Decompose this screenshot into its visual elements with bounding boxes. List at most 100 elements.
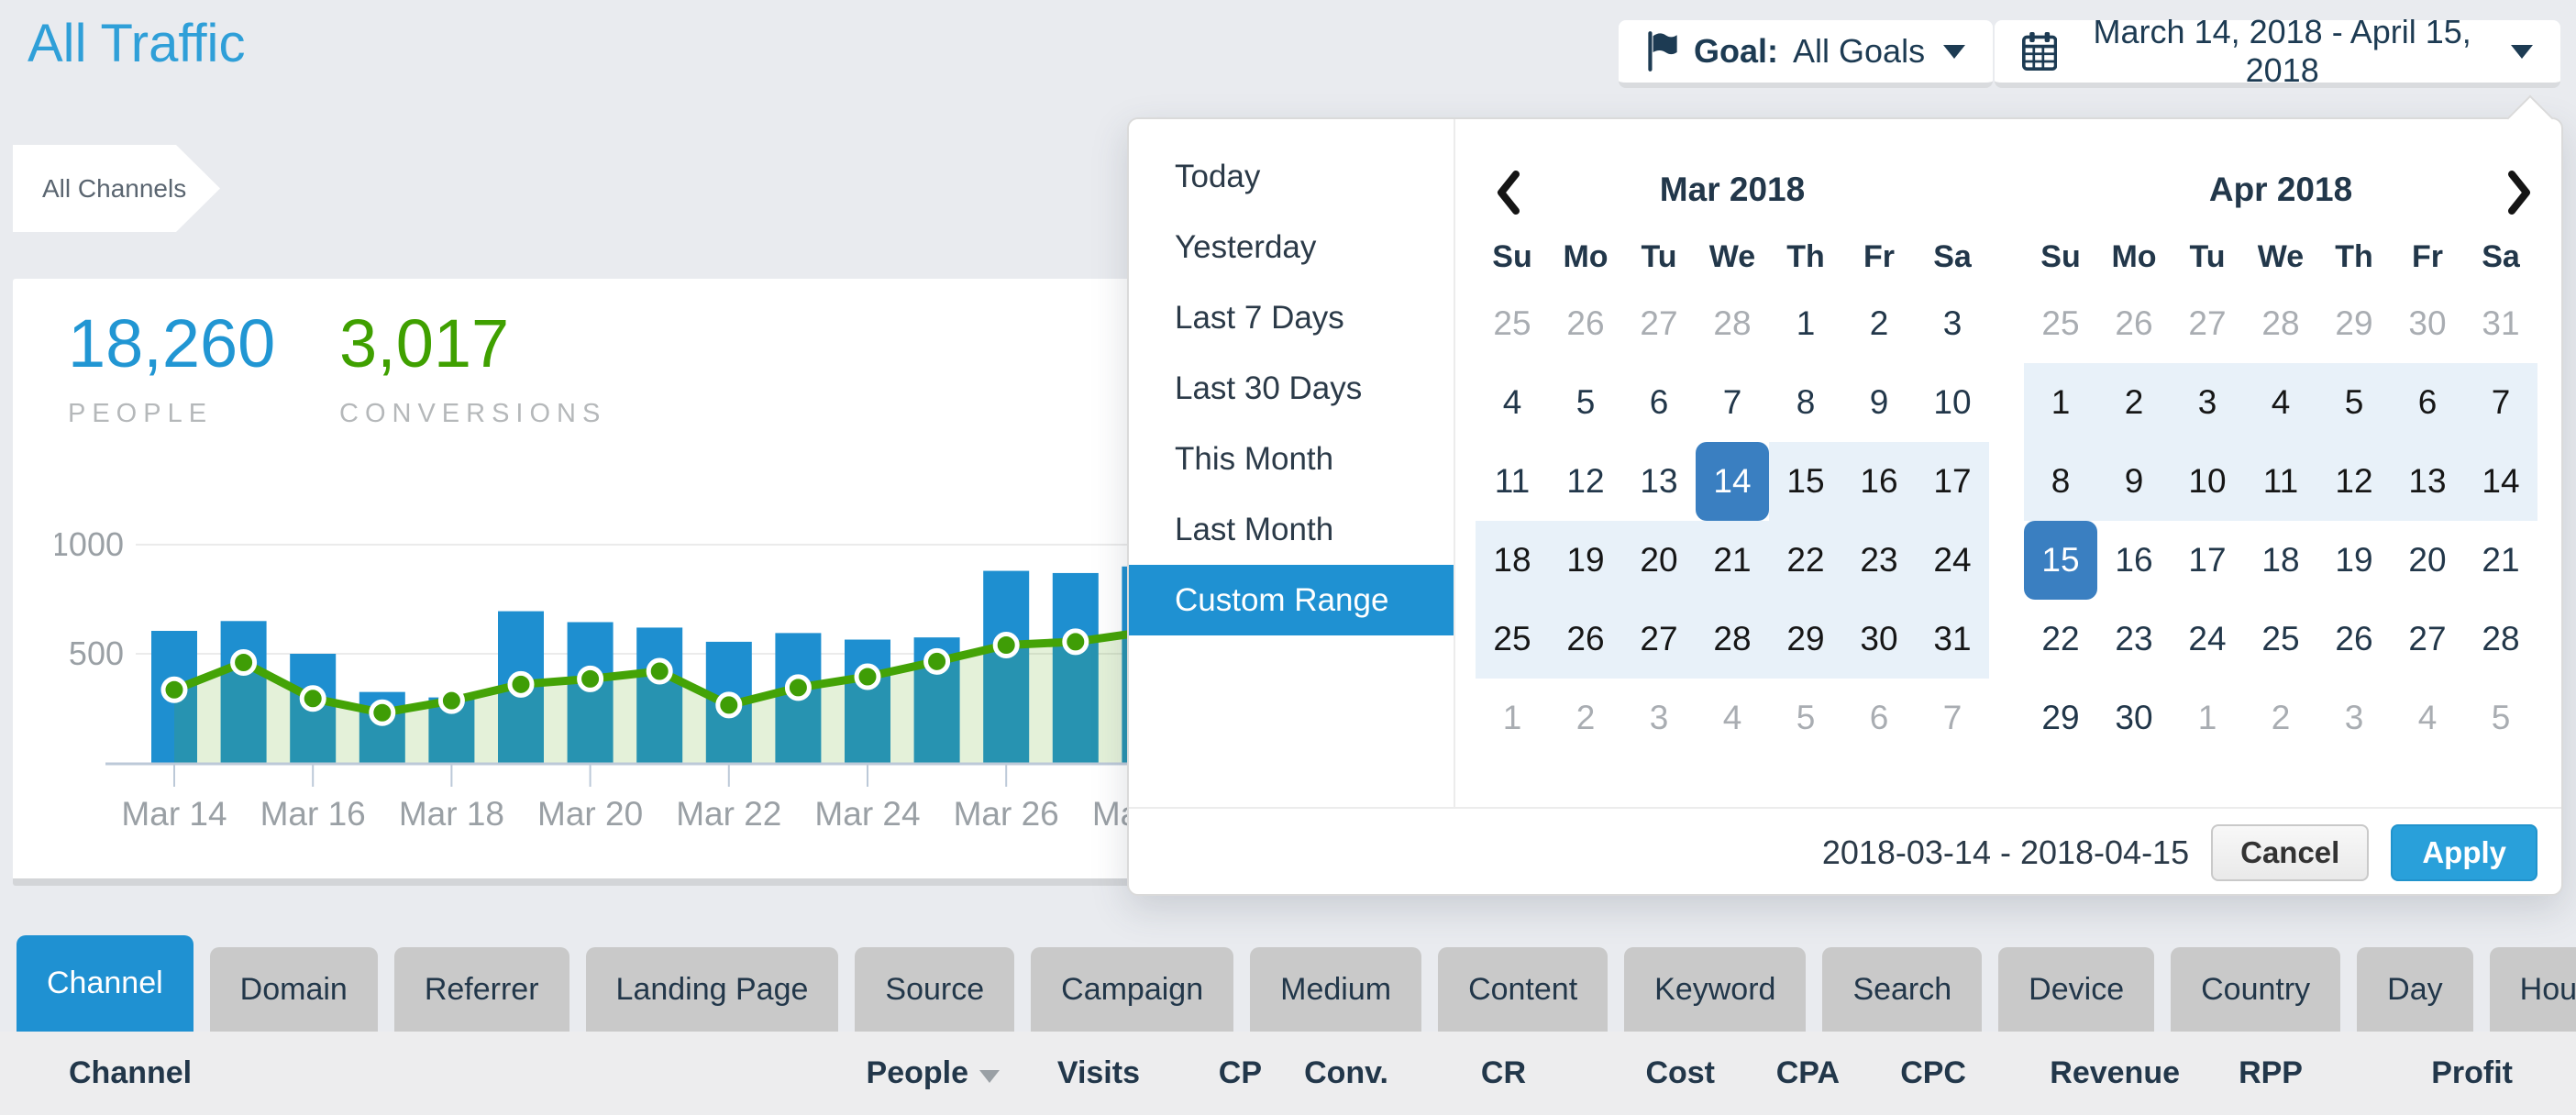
day-cell-28[interactable]: 28 [2244,284,2317,363]
day-cell-3[interactable]: 3 [2171,363,2244,442]
day-cell-15[interactable]: 15 [1769,442,1842,521]
day-cell-12[interactable]: 12 [1549,442,1622,521]
day-cell-26[interactable]: 26 [1549,284,1622,363]
day-cell-10[interactable]: 10 [1916,363,1989,442]
day-cell-27[interactable]: 27 [1622,284,1696,363]
conversions-point-mar-15[interactable] [233,652,255,674]
day-cell-14-selected[interactable]: 14 [1696,442,1769,521]
day-cell-1[interactable]: 1 [1476,679,1549,757]
day-cell-2[interactable]: 2 [2097,363,2171,442]
day-cell-14[interactable]: 14 [2464,442,2537,521]
day-cell-2[interactable]: 2 [1842,284,1916,363]
day-cell-22[interactable]: 22 [1769,521,1842,600]
cancel-button[interactable]: Cancel [2211,824,2369,881]
day-cell-26[interactable]: 26 [2317,600,2391,679]
day-cell-17[interactable]: 17 [2171,521,2244,600]
day-cell-28[interactable]: 28 [1696,600,1769,679]
day-cell-8[interactable]: 8 [2024,442,2097,521]
day-cell-3[interactable]: 3 [1916,284,1989,363]
preset-today[interactable]: Today [1129,141,1454,212]
preset-last-30-days[interactable]: Last 30 Days [1129,353,1454,424]
tab-device[interactable]: Device [1998,947,2154,1032]
day-cell-11[interactable]: 11 [1476,442,1549,521]
conversions-point-mar-18[interactable] [440,690,462,712]
day-cell-4[interactable]: 4 [2391,679,2464,757]
day-cell-2[interactable]: 2 [1549,679,1622,757]
day-cell-18[interactable]: 18 [1476,521,1549,600]
day-cell-26[interactable]: 26 [2097,284,2171,363]
day-cell-16[interactable]: 16 [1842,442,1916,521]
day-cell-31[interactable]: 31 [2464,284,2537,363]
day-cell-24[interactable]: 24 [1916,521,1989,600]
day-cell-3[interactable]: 3 [2317,679,2391,757]
day-cell-6[interactable]: 6 [1622,363,1696,442]
tab-medium[interactable]: Medium [1250,947,1421,1032]
conversions-point-mar-26[interactable] [995,634,1017,656]
day-cell-16[interactable]: 16 [2097,521,2171,600]
preset-last-month[interactable]: Last Month [1129,494,1454,565]
day-cell-7[interactable]: 7 [1916,679,1989,757]
conversions-point-mar-25[interactable] [926,650,948,672]
preset-yesterday[interactable]: Yesterday [1129,212,1454,282]
conversions-point-mar-23[interactable] [787,677,809,699]
conversions-point-mar-19[interactable] [510,673,532,695]
day-cell-20[interactable]: 20 [2391,521,2464,600]
day-cell-26[interactable]: 26 [1549,600,1622,679]
day-cell-25[interactable]: 25 [2244,600,2317,679]
day-cell-23[interactable]: 23 [2097,600,2171,679]
day-cell-17[interactable]: 17 [1916,442,1989,521]
tab-source[interactable]: Source [855,947,1014,1032]
tab-content[interactable]: Content [1438,947,1608,1032]
day-cell-22[interactable]: 22 [2024,600,2097,679]
day-cell-1[interactable]: 1 [1769,284,1842,363]
day-cell-7[interactable]: 7 [2464,363,2537,442]
tab-channel[interactable]: Channel [17,935,193,1032]
column-header-revenue[interactable]: Revenue [1966,1055,2180,1091]
day-cell-24[interactable]: 24 [2171,600,2244,679]
day-cell-2[interactable]: 2 [2244,679,2317,757]
tab-domain[interactable]: Domain [210,947,378,1032]
column-header-cp[interactable]: CP [1140,1055,1262,1091]
conversions-point-mar-21[interactable] [648,660,670,682]
day-cell-30[interactable]: 30 [1842,600,1916,679]
column-header-cpc[interactable]: CPC [1840,1055,1966,1091]
tab-hour[interactable]: Hour [2490,947,2576,1032]
conversions-point-mar-16[interactable] [302,688,324,710]
tab-campaign[interactable]: Campaign [1031,947,1233,1032]
conversions-point-mar-22[interactable] [718,694,740,716]
column-header-visits[interactable]: Visits [1000,1055,1140,1091]
day-cell-21[interactable]: 21 [2464,521,2537,600]
day-cell-29[interactable]: 29 [1769,600,1842,679]
conversions-point-mar-24[interactable] [857,666,879,688]
tab-search[interactable]: Search [1822,947,1982,1032]
day-cell-25[interactable]: 25 [1476,600,1549,679]
day-cell-9[interactable]: 9 [2097,442,2171,521]
column-header-profit[interactable]: Profit [2303,1055,2513,1091]
day-cell-27[interactable]: 27 [1622,600,1696,679]
preset-last-7-days[interactable]: Last 7 Days [1129,282,1454,353]
tab-keyword[interactable]: Keyword [1624,947,1806,1032]
apply-button[interactable]: Apply [2391,824,2537,881]
day-cell-19[interactable]: 19 [2317,521,2391,600]
preset-this-month[interactable]: This Month [1129,424,1454,494]
day-cell-25[interactable]: 25 [2024,284,2097,363]
column-header-conv-[interactable]: Conv. [1262,1055,1388,1091]
next-month-icon[interactable] [2501,167,2537,218]
day-cell-19[interactable]: 19 [1549,521,1622,600]
day-cell-13[interactable]: 13 [1622,442,1696,521]
day-cell-30[interactable]: 30 [2391,284,2464,363]
day-cell-9[interactable]: 9 [1842,363,1916,442]
day-cell-28[interactable]: 28 [1696,284,1769,363]
day-cell-5[interactable]: 5 [1769,679,1842,757]
day-cell-28[interactable]: 28 [2464,600,2537,679]
day-cell-4[interactable]: 4 [2244,363,2317,442]
column-header-rpp[interactable]: RPP [2180,1055,2303,1091]
day-cell-3[interactable]: 3 [1622,679,1696,757]
day-cell-6[interactable]: 6 [1842,679,1916,757]
day-cell-27[interactable]: 27 [2171,284,2244,363]
conversions-point-mar-27[interactable] [1065,631,1087,653]
tab-day[interactable]: Day [2357,947,2472,1032]
day-cell-18[interactable]: 18 [2244,521,2317,600]
day-cell-8[interactable]: 8 [1769,363,1842,442]
day-cell-10[interactable]: 10 [2171,442,2244,521]
